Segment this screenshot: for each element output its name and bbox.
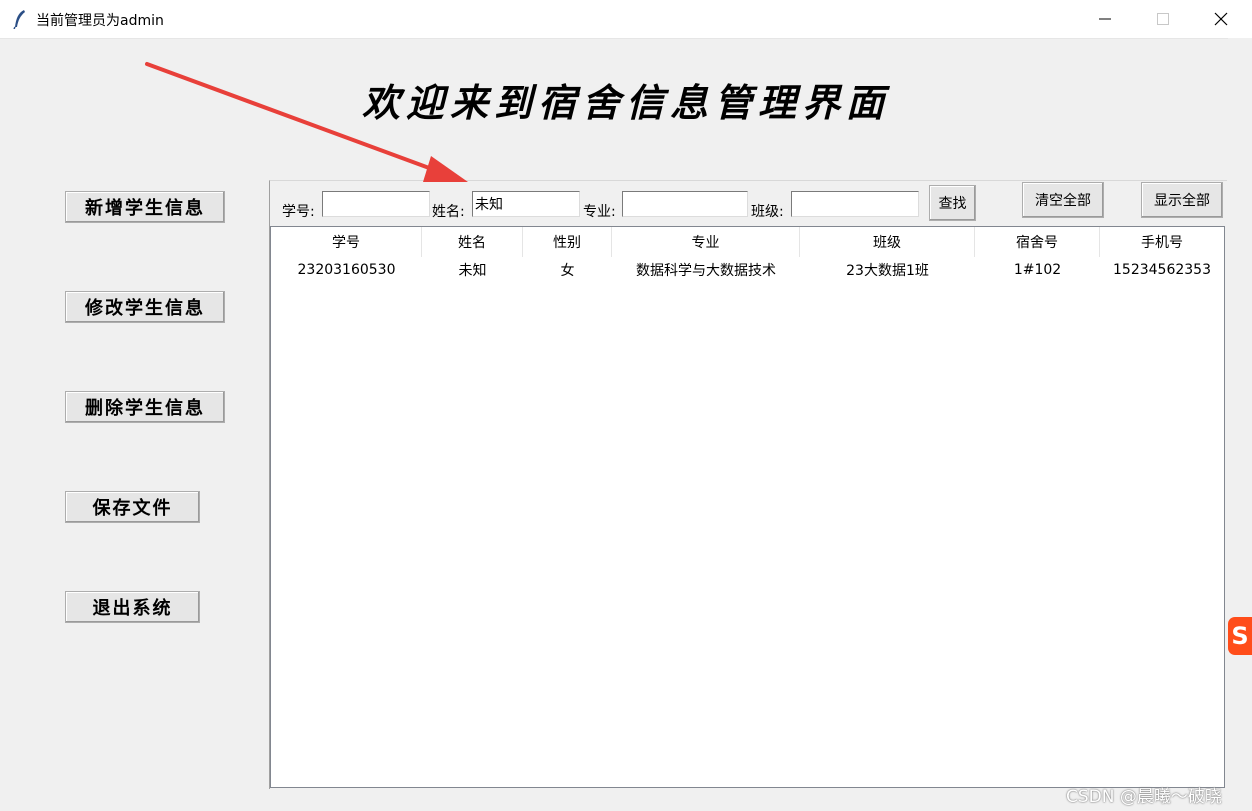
table-header: 学号 姓名 性别 专业 班级 宿舍号 手机号 [271,227,1224,257]
name-input[interactable] [472,191,580,217]
column-header[interactable]: 宿舍号 [975,227,1100,257]
window-edge [1228,38,1252,811]
table-cell: 23大数据1班 [846,263,929,279]
edit-student-button[interactable]: 修改学生信息 [65,291,225,323]
column-header[interactable]: 手机号 [1100,227,1224,257]
major-label: 专业: [583,204,616,220]
feather-icon [13,10,25,29]
find-button[interactable]: 查找 [929,185,976,221]
close-icon [1214,12,1228,26]
column-header[interactable]: 性别 [523,227,612,257]
table-cell: 数据科学与大数据技术 [636,263,776,279]
minimize-button[interactable] [1076,0,1134,38]
add-student-button[interactable]: 新增学生信息 [65,191,225,223]
ime-badge-icon[interactable]: S [1228,617,1252,655]
clear-all-button[interactable]: 清空全部 [1022,182,1104,218]
name-label: 姓名: [432,204,465,220]
table-cell: 23203160530 [297,262,396,278]
minimize-icon [1099,18,1111,20]
maximize-icon [1157,13,1169,25]
student-table[interactable]: 学号 姓名 性别 专业 班级 宿舍号 手机号 23203160530 未知 女 … [270,226,1225,788]
watermark: CSDN @晨曦～破晓 [1066,787,1222,807]
column-header[interactable]: 姓名 [422,227,523,257]
table-cell: 女 [560,263,575,279]
student-id-label: 学号: [282,204,315,220]
delete-student-button[interactable]: 删除学生信息 [65,391,225,423]
close-button[interactable] [1192,0,1250,38]
exit-system-button[interactable]: 退出系统 [65,591,200,623]
major-input[interactable] [622,191,748,217]
class-input[interactable] [791,191,919,217]
page-heading: 欢迎来到宿舍信息管理界面 [362,80,891,125]
window-title: 当前管理员为admin [36,13,164,29]
column-header[interactable]: 学号 [271,227,422,257]
column-header[interactable]: 班级 [800,227,975,257]
table-cell: 15234562353 [1113,262,1211,278]
show-all-button[interactable]: 显示全部 [1141,182,1223,218]
title-bar: 当前管理员为admin [0,0,1252,39]
save-file-button[interactable]: 保存文件 [65,491,200,523]
maximize-button[interactable] [1134,0,1192,38]
table-cell: 未知 [458,263,487,279]
class-label: 班级: [751,204,784,220]
column-header[interactable]: 专业 [612,227,800,257]
student-id-input[interactable] [322,191,430,217]
table-cell: 1#102 [1013,262,1062,278]
